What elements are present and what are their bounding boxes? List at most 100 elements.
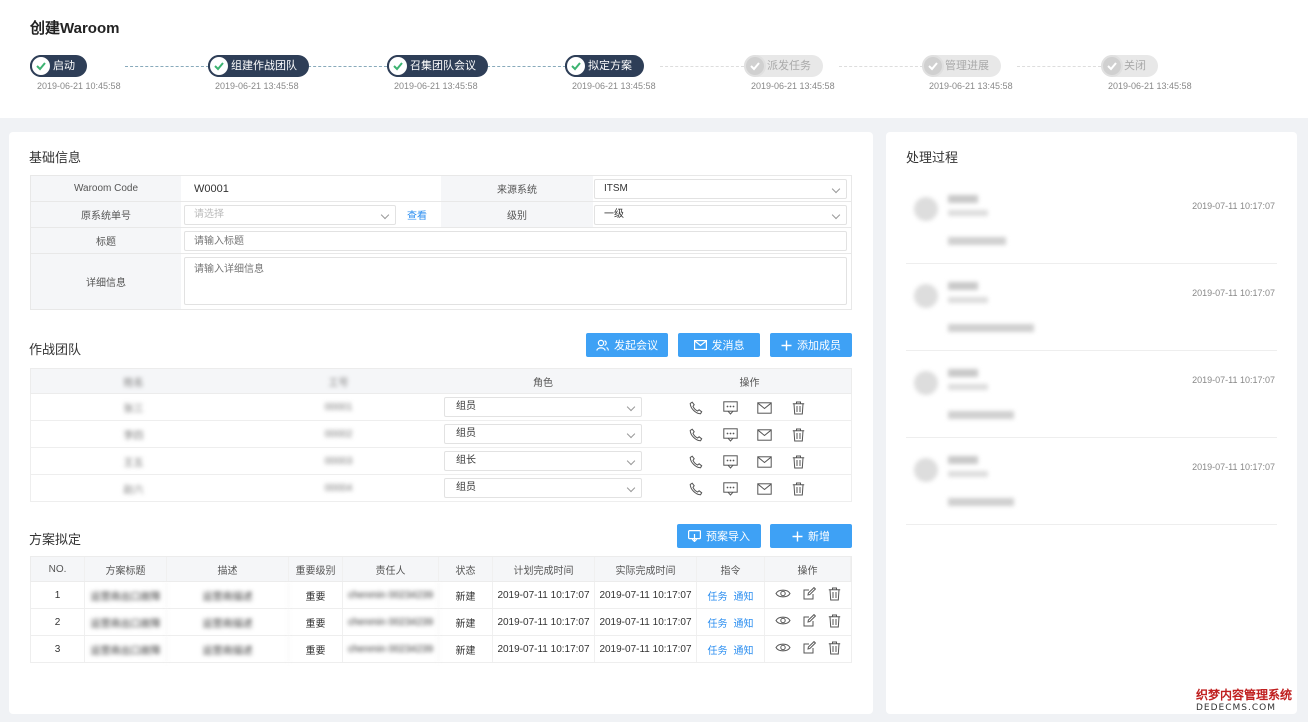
step-connector xyxy=(1017,66,1101,67)
edit-icon[interactable] xyxy=(803,586,817,603)
eye-icon[interactable] xyxy=(775,615,791,629)
trash-icon[interactable] xyxy=(828,641,841,658)
import-icon xyxy=(688,530,701,542)
role-select[interactable]: 组员 xyxy=(444,424,642,444)
trash-icon[interactable] xyxy=(790,427,806,443)
table-row: 3 运营商出口故障 运营商描述 重要 chenmin 00234239 新建 2019-07… xyxy=(30,636,852,663)
phone-icon[interactable] xyxy=(688,400,704,416)
avatar xyxy=(914,458,938,482)
eye-icon[interactable] xyxy=(775,642,791,656)
task-link[interactable]: 任务 xyxy=(708,615,728,630)
eye-icon[interactable] xyxy=(775,588,791,602)
member-name: 张三 xyxy=(123,403,144,415)
chevron-down-icon xyxy=(626,456,636,466)
original-ticket-select[interactable]: 请选择 xyxy=(184,205,396,225)
plan-level-cell: 重要 xyxy=(289,582,343,608)
mail-icon[interactable] xyxy=(756,400,772,416)
mail-icon[interactable] xyxy=(756,481,772,497)
step-connector xyxy=(660,66,744,67)
form-row: Waroom Code W0001 来源系统 ITSM xyxy=(31,176,851,202)
role-select[interactable]: 组员 xyxy=(444,478,642,498)
plan-column-header: 操作 xyxy=(765,557,851,581)
chat-icon[interactable] xyxy=(722,427,738,443)
task-link[interactable]: 任务 xyxy=(708,588,728,603)
mail-icon[interactable] xyxy=(756,454,772,470)
start-meeting-button[interactable]: 发起会议 xyxy=(586,333,668,357)
basic-info-form: Waroom Code W0001 来源系统 ITSM 原系统单号 请选择 查看… xyxy=(30,175,852,310)
trash-icon[interactable] xyxy=(790,481,806,497)
plan-commands: 任务 通知 xyxy=(697,609,765,635)
column-phone: 工号 xyxy=(328,377,349,389)
step-connector xyxy=(839,66,923,67)
role-select[interactable]: 组员 xyxy=(444,397,642,417)
table-row: 赵六 00004 组员 xyxy=(30,475,852,502)
plan-column-header: 方案标题 xyxy=(85,557,167,581)
mail-icon[interactable] xyxy=(756,427,772,443)
add-member-button[interactable]: 添加成员 xyxy=(770,333,852,357)
form-row: 原系统单号 请选择 查看 级别 一级 xyxy=(31,202,851,228)
role-value: 组员 xyxy=(456,428,476,439)
trash-icon[interactable] xyxy=(790,454,806,470)
phone-icon[interactable] xyxy=(688,454,704,470)
mail-icon xyxy=(693,340,707,350)
view-link[interactable]: 查看 xyxy=(407,202,437,227)
trash-icon[interactable] xyxy=(790,400,806,416)
send-message-label: 发消息 xyxy=(711,340,745,352)
step-connector xyxy=(303,66,387,67)
member-phone: 00003 xyxy=(324,455,353,467)
plan-desc-cell: 运营商描述 xyxy=(167,636,289,662)
phone-icon[interactable] xyxy=(688,481,704,497)
source-system-label: 来源系统 xyxy=(441,176,593,201)
waroom-code-label: Waroom Code xyxy=(31,176,181,201)
task-link[interactable]: 任务 xyxy=(708,642,728,657)
member-name: 赵六 xyxy=(123,484,144,496)
send-message-button[interactable]: 发消息 xyxy=(678,333,760,357)
import-plan-button[interactable]: 预案导入 xyxy=(677,524,761,548)
chat-icon[interactable] xyxy=(722,454,738,470)
plan-column-header: 实际完成时间 xyxy=(595,557,697,581)
chat-icon[interactable] xyxy=(722,481,738,497)
process-user xyxy=(948,456,978,464)
step-connector xyxy=(125,66,209,67)
step-time: 2019-06-21 13:45:58 xyxy=(751,81,835,91)
header: 创建Waroom 启动 2019-06-21 10:45:58 组建作战团队 2… xyxy=(0,0,1308,118)
plan-actual-time: 2019-07-11 10:17:07 xyxy=(595,609,697,635)
notify-link[interactable]: 通知 xyxy=(734,615,754,630)
member-phone: 00004 xyxy=(324,482,353,494)
detail-textarea[interactable] xyxy=(184,257,847,305)
table-row: 王五 00003 组长 xyxy=(30,448,852,475)
plan-status-cell: 新建 xyxy=(439,582,493,608)
plan-column-header: 状态 xyxy=(439,557,493,581)
phone-icon[interactable] xyxy=(688,427,704,443)
role-select[interactable]: 组长 xyxy=(444,451,642,471)
plan-title-cell: 运营商出口故障 xyxy=(85,636,167,662)
edit-icon[interactable] xyxy=(803,640,817,657)
level-select[interactable]: 一级 xyxy=(594,205,847,225)
add-plan-button[interactable]: 新增 xyxy=(770,524,852,548)
notify-link[interactable]: 通知 xyxy=(734,642,754,657)
trash-icon[interactable] xyxy=(828,587,841,604)
step-time: 2019-06-21 10:45:58 xyxy=(37,81,121,91)
check-icon xyxy=(565,55,587,77)
plan-column-header: 责任人 xyxy=(343,557,439,581)
process-user-sub xyxy=(948,384,988,390)
plan-actions xyxy=(765,636,851,662)
plan-column-header: 重要级别 xyxy=(289,557,343,581)
step-time: 2019-06-21 13:45:58 xyxy=(929,81,1013,91)
chat-icon[interactable] xyxy=(722,400,738,416)
trash-icon[interactable] xyxy=(828,614,841,631)
chevron-down-icon xyxy=(626,483,636,493)
check-icon xyxy=(387,55,409,77)
plan-desc-cell: 运营商描述 xyxy=(167,582,289,608)
source-system-select[interactable]: ITSM xyxy=(594,179,847,199)
plan-level-cell: 重要 xyxy=(289,609,343,635)
step-time: 2019-06-21 13:45:58 xyxy=(572,81,656,91)
notify-link[interactable]: 通知 xyxy=(734,588,754,603)
edit-icon[interactable] xyxy=(803,613,817,630)
plan-planned-time: 2019-07-11 10:17:07 xyxy=(493,582,595,608)
subject-input[interactable] xyxy=(184,231,847,251)
form-row: 详细信息 xyxy=(31,254,851,309)
plan-commands: 任务 通知 xyxy=(697,582,765,608)
detail-label: 详细信息 xyxy=(31,254,181,309)
team-title: 作战团队 xyxy=(29,342,82,357)
